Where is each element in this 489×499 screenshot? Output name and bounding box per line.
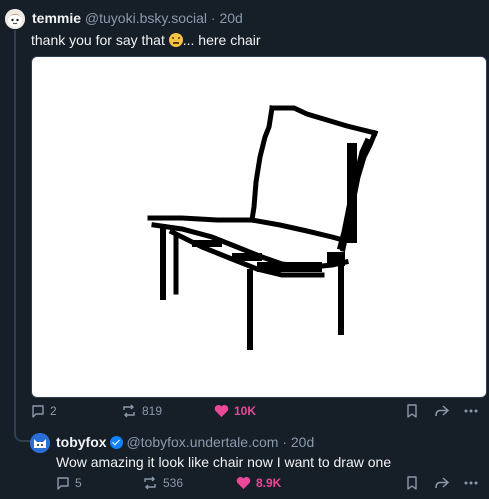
share-icon: [435, 405, 450, 417]
repost-count: 536: [163, 476, 184, 490]
chair-drawing: [147, 105, 379, 350]
share-button[interactable]: [434, 476, 450, 490]
separator: ·: [210, 10, 216, 26]
reply-count: 2: [50, 404, 57, 418]
reply-button[interactable]: 5: [56, 476, 82, 490]
repost-button[interactable]: 536: [142, 476, 183, 490]
bookmark-button[interactable]: [406, 476, 418, 490]
post-actions: 2 819 10K: [0, 404, 489, 424]
bookmark-icon: [407, 476, 417, 490]
more-icon: [464, 481, 478, 485]
tobyfox-avatar-icon: [30, 433, 50, 453]
like-button[interactable]: 10K: [214, 404, 256, 418]
like-count: 8.9K: [256, 476, 282, 490]
post-text: thank you for say that ... here chair: [31, 31, 261, 49]
timestamp[interactable]: 20d: [219, 10, 242, 26]
timestamp[interactable]: 20d: [291, 434, 314, 450]
post-text-start: thank you for say that: [31, 32, 165, 48]
bookmark-icon: [407, 404, 417, 418]
more-icon: [464, 409, 478, 413]
reply-count: 5: [75, 476, 82, 490]
heart-icon: [214, 405, 229, 417]
heart-icon: [236, 477, 251, 489]
post-header: temmie @tuyoki.bsky.social · 20d: [32, 9, 243, 27]
display-name[interactable]: tobyfox: [56, 434, 107, 450]
share-button[interactable]: [434, 404, 450, 418]
reply-icon: [57, 477, 69, 490]
smiling-face-icon: [168, 33, 183, 47]
repost-icon: [123, 404, 135, 418]
bookmark-button[interactable]: [406, 404, 418, 418]
avatar[interactable]: [30, 433, 50, 453]
post-text: Wow amazing it look like chair now I wan…: [56, 454, 392, 470]
separator: ·: [282, 434, 287, 450]
handle[interactable]: @tobyfox.undertale.com: [126, 434, 278, 450]
post-header: tobyfox @tobyfox.undertale.com · 20d: [56, 433, 314, 451]
like-count: 10K: [234, 404, 257, 418]
repost-icon: [144, 476, 156, 490]
display-name[interactable]: temmie: [32, 10, 81, 26]
reply-button[interactable]: 2: [31, 404, 57, 418]
share-icon: [435, 477, 450, 489]
reply-icon: [32, 405, 44, 418]
thread-connector: [14, 428, 30, 442]
avatar[interactable]: [5, 9, 25, 29]
verified-icon: [109, 436, 123, 449]
handle[interactable]: @tuyoki.bsky.social: [85, 10, 207, 26]
post-actions: 5 536 8.9K: [0, 476, 489, 496]
like-button[interactable]: 8.9K: [236, 476, 281, 490]
more-button[interactable]: [463, 404, 479, 418]
post-text-end: ... here chair: [182, 32, 261, 48]
temmie-avatar-icon: [5, 9, 25, 29]
post-image[interactable]: [31, 56, 487, 398]
more-button[interactable]: [463, 476, 479, 490]
repost-button[interactable]: 819: [121, 404, 162, 418]
thread-line: [14, 30, 16, 430]
repost-count: 819: [142, 404, 163, 418]
